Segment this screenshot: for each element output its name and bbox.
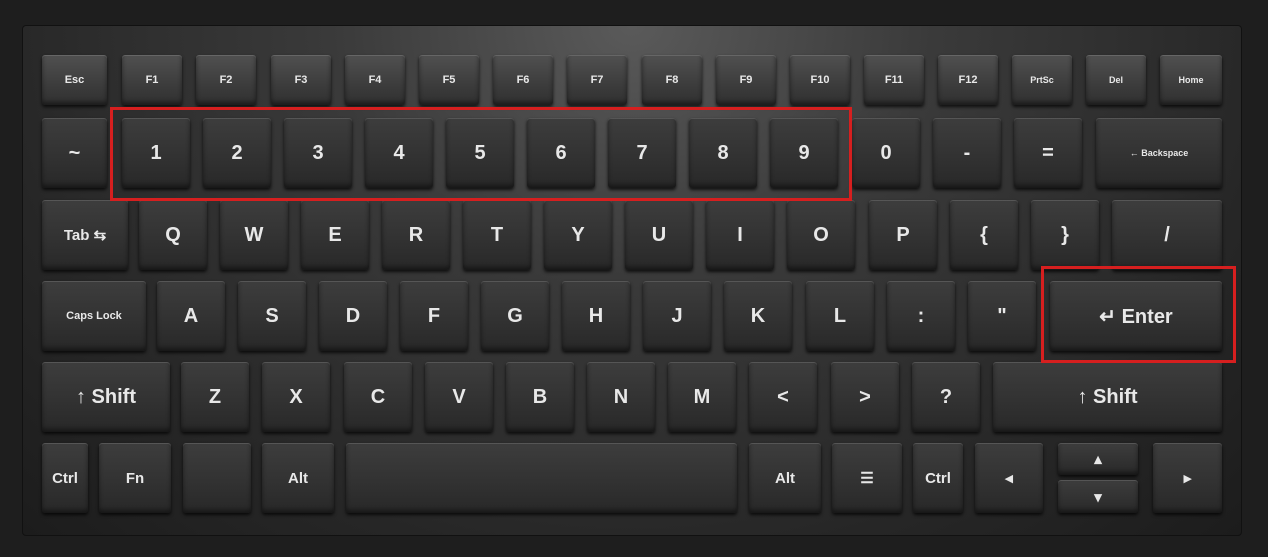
key-f5[interactable]: F5 xyxy=(419,55,479,105)
key-f8[interactable]: F8 xyxy=(642,55,702,105)
key-f7[interactable]: F7 xyxy=(567,55,627,105)
key-w[interactable]: W xyxy=(220,200,288,270)
key-prtsc[interactable]: PrtSc xyxy=(1012,55,1072,105)
key-left-ctrl[interactable]: Ctrl xyxy=(42,443,88,513)
key-o[interactable]: O xyxy=(787,200,855,270)
key-s[interactable]: S xyxy=(238,281,306,351)
key-f6[interactable]: F6 xyxy=(493,55,553,105)
key-x[interactable]: X xyxy=(262,362,330,432)
key-2[interactable]: 2 xyxy=(203,118,271,188)
key-5[interactable]: 5 xyxy=(446,118,514,188)
key-f3[interactable]: F3 xyxy=(271,55,331,105)
key-left-alt[interactable]: Alt xyxy=(262,443,334,513)
key-quote[interactable]: " xyxy=(968,281,1036,351)
key-1[interactable]: 1 xyxy=(122,118,190,188)
key-f4[interactable]: F4 xyxy=(345,55,405,105)
key-z[interactable]: Z xyxy=(181,362,249,432)
key-right-alt[interactable]: Alt xyxy=(749,443,821,513)
key-del[interactable]: Del xyxy=(1086,55,1146,105)
key-g[interactable]: G xyxy=(481,281,549,351)
key-enter[interactable]: ↵ Enter xyxy=(1050,281,1222,351)
key-minus[interactable]: - xyxy=(933,118,1001,188)
key-equals[interactable]: = xyxy=(1014,118,1082,188)
key-b[interactable]: B xyxy=(506,362,574,432)
key-colon[interactable]: : xyxy=(887,281,955,351)
key-y[interactable]: Y xyxy=(544,200,612,270)
key-arrow-down[interactable]: ▾ xyxy=(1058,480,1138,513)
key-menu[interactable]: ☰ xyxy=(832,443,902,513)
key-arrow-up[interactable]: ▴ xyxy=(1058,443,1138,475)
key-backspace[interactable]: ← Backspace xyxy=(1096,118,1222,188)
key-blank[interactable] xyxy=(183,443,251,513)
key-l[interactable]: L xyxy=(806,281,874,351)
key-4[interactable]: 4 xyxy=(365,118,433,188)
key-right-ctrl[interactable]: Ctrl xyxy=(913,443,963,513)
key-home[interactable]: Home xyxy=(1160,55,1222,105)
key-d[interactable]: D xyxy=(319,281,387,351)
key-k[interactable]: K xyxy=(724,281,792,351)
key-j[interactable]: J xyxy=(643,281,711,351)
key-t[interactable]: T xyxy=(463,200,531,270)
key-v[interactable]: V xyxy=(425,362,493,432)
key-0[interactable]: 0 xyxy=(852,118,920,188)
key-tab[interactable]: Tab ⇆ xyxy=(42,200,128,270)
key-9[interactable]: 9 xyxy=(770,118,838,188)
key-f2[interactable]: F2 xyxy=(196,55,256,105)
key-c[interactable]: C xyxy=(344,362,412,432)
key-question[interactable]: ? xyxy=(912,362,980,432)
key-i[interactable]: I xyxy=(706,200,774,270)
key-fn[interactable]: Fn xyxy=(99,443,171,513)
key-p[interactable]: P xyxy=(869,200,937,270)
key-8[interactable]: 8 xyxy=(689,118,757,188)
key-e[interactable]: E xyxy=(301,200,369,270)
key-f12[interactable]: F12 xyxy=(938,55,998,105)
key-greater-than[interactable]: > xyxy=(831,362,899,432)
key-a[interactable]: A xyxy=(157,281,225,351)
key-right-shift[interactable]: ↑ Shift xyxy=(993,362,1222,432)
key-right-brace[interactable]: } xyxy=(1031,200,1099,270)
key-n[interactable]: N xyxy=(587,362,655,432)
key-u[interactable]: U xyxy=(625,200,693,270)
key-7[interactable]: 7 xyxy=(608,118,676,188)
key-h[interactable]: H xyxy=(562,281,630,351)
key-arrow-right[interactable]: ▸ xyxy=(1153,443,1222,513)
key-3[interactable]: 3 xyxy=(284,118,352,188)
key-m[interactable]: M xyxy=(668,362,736,432)
key-left-brace[interactable]: { xyxy=(950,200,1018,270)
key-f1[interactable]: F1 xyxy=(122,55,182,105)
key-tilde[interactable]: ~ xyxy=(42,118,107,188)
key-space[interactable] xyxy=(346,443,737,513)
key-f9[interactable]: F9 xyxy=(716,55,776,105)
key-f[interactable]: F xyxy=(400,281,468,351)
key-6[interactable]: 6 xyxy=(527,118,595,188)
key-slash[interactable]: / xyxy=(1112,200,1222,270)
key-f11[interactable]: F11 xyxy=(864,55,924,105)
key-caps-lock[interactable]: Caps Lock xyxy=(42,281,146,351)
key-q[interactable]: Q xyxy=(139,200,207,270)
key-left-shift[interactable]: ↑ Shift xyxy=(42,362,170,432)
key-less-than[interactable]: < xyxy=(749,362,817,432)
key-r[interactable]: R xyxy=(382,200,450,270)
key-esc[interactable]: Esc xyxy=(42,55,107,105)
key-arrow-left[interactable]: ◂ xyxy=(975,443,1043,513)
key-f10[interactable]: F10 xyxy=(790,55,850,105)
